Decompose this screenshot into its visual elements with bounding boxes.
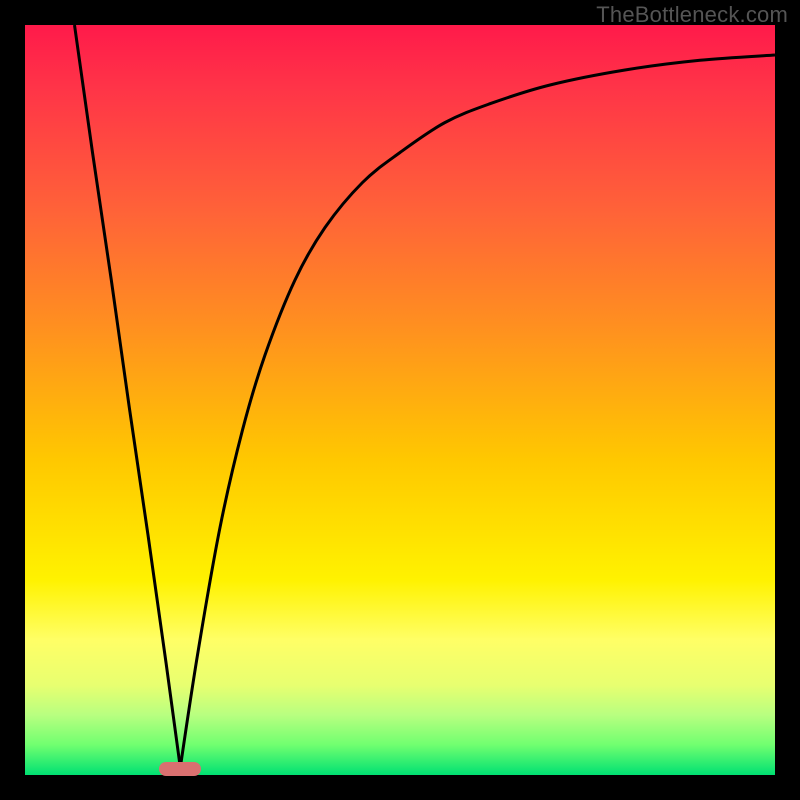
watermark-text: TheBottleneck.com [596,2,788,28]
right-curve-line [180,55,775,768]
left-descent-line [75,25,181,768]
curve-layer [25,25,775,775]
bottleneck-marker [159,762,201,776]
plot-area [25,25,775,775]
